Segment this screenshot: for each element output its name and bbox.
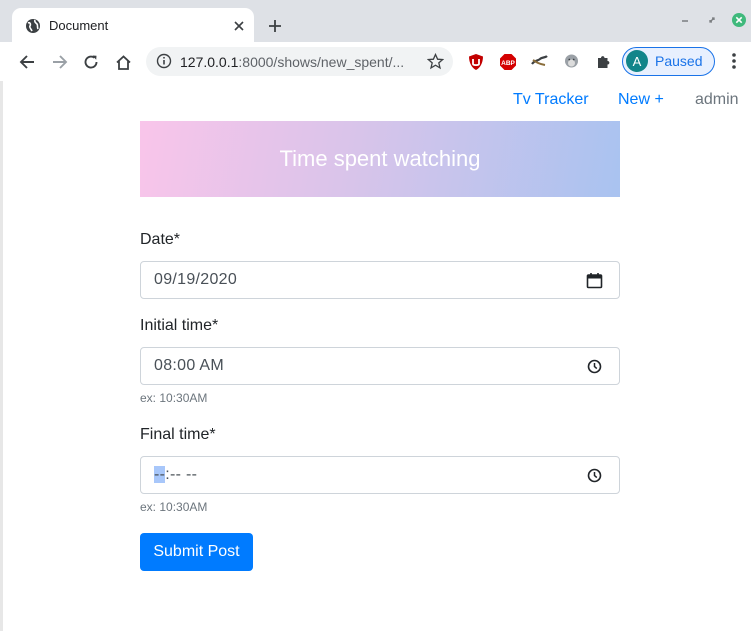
calendar-icon[interactable]	[586, 272, 603, 289]
url-host: 127.0.0.1	[180, 54, 239, 70]
date-value: 09/19/2020	[154, 271, 238, 288]
date-input[interactable]: 09/19/2020	[140, 261, 620, 299]
kebab-menu-icon[interactable]	[724, 50, 744, 72]
forward-icon[interactable]	[47, 49, 73, 75]
profile-button[interactable]: A Paused	[622, 47, 715, 76]
final-time-label: Final time*	[140, 426, 216, 443]
extension-hands-icon[interactable]	[530, 52, 549, 71]
window-close-icon[interactable]	[731, 12, 747, 28]
final-time-rest-segments[interactable]: :-- --	[165, 466, 197, 483]
nav-link-tv-tracker[interactable]: Tv Tracker	[513, 91, 589, 109]
browser-toolbar: 127.0.0.1:8000/shows/new_spent/... ABP A…	[0, 42, 751, 81]
avatar: A	[626, 50, 648, 72]
restore-icon[interactable]	[704, 12, 720, 28]
final-time-hour-segment[interactable]: --	[154, 466, 166, 483]
final-time-value: --:-- --	[154, 466, 197, 484]
initial-time-input[interactable]: 08:00 AM	[140, 347, 620, 385]
tab-strip: Document	[0, 0, 751, 43]
final-time-help: ex: 10:30AM	[140, 500, 208, 514]
address-bar[interactable]: 127.0.0.1:8000/shows/new_spent/...	[146, 47, 453, 76]
minimize-icon[interactable]	[677, 12, 693, 28]
page-banner: Time spent watching	[140, 121, 620, 197]
page-title: Time spent watching	[279, 146, 481, 171]
plus-icon[interactable]	[263, 14, 287, 38]
home-icon[interactable]	[110, 49, 136, 75]
profile-status: Paused	[655, 53, 703, 69]
browser-tab[interactable]: Document	[12, 8, 254, 43]
ublock-icon[interactable]	[466, 52, 485, 71]
url-text: 127.0.0.1:8000/shows/new_spent/...	[180, 54, 404, 70]
nav-link-admin[interactable]: admin	[695, 91, 739, 109]
url-path: :8000/shows/new_spent/...	[238, 54, 405, 70]
tab-title: Document	[49, 18, 109, 33]
star-icon[interactable]	[427, 53, 444, 70]
date-label: Date*	[140, 231, 181, 248]
adblock-plus-icon[interactable]: ABP	[498, 52, 517, 71]
puzzle-icon[interactable]	[594, 52, 613, 71]
final-time-input[interactable]: --:-- --	[140, 456, 620, 494]
nav-link-new[interactable]: New +	[618, 91, 664, 109]
globe-icon	[26, 19, 40, 33]
close-icon[interactable]	[230, 17, 248, 35]
initial-time-help: ex: 10:30AM	[140, 391, 208, 405]
initial-time-label: Initial time*	[140, 317, 219, 334]
submit-post-button[interactable]: Submit Post	[140, 533, 253, 571]
svg-text:ABP: ABP	[501, 59, 515, 66]
initial-time-value: 08:00 AM	[154, 357, 225, 374]
extension-monkey-icon[interactable]	[562, 52, 581, 71]
back-icon[interactable]	[14, 49, 40, 75]
clock-icon[interactable]	[586, 358, 603, 375]
reload-icon[interactable]	[78, 49, 104, 75]
browser-chrome: Document 127.0.0.1:8000/shows/new_spent/…	[0, 0, 751, 81]
info-icon[interactable]	[156, 53, 172, 69]
clock-icon[interactable]	[586, 467, 603, 484]
